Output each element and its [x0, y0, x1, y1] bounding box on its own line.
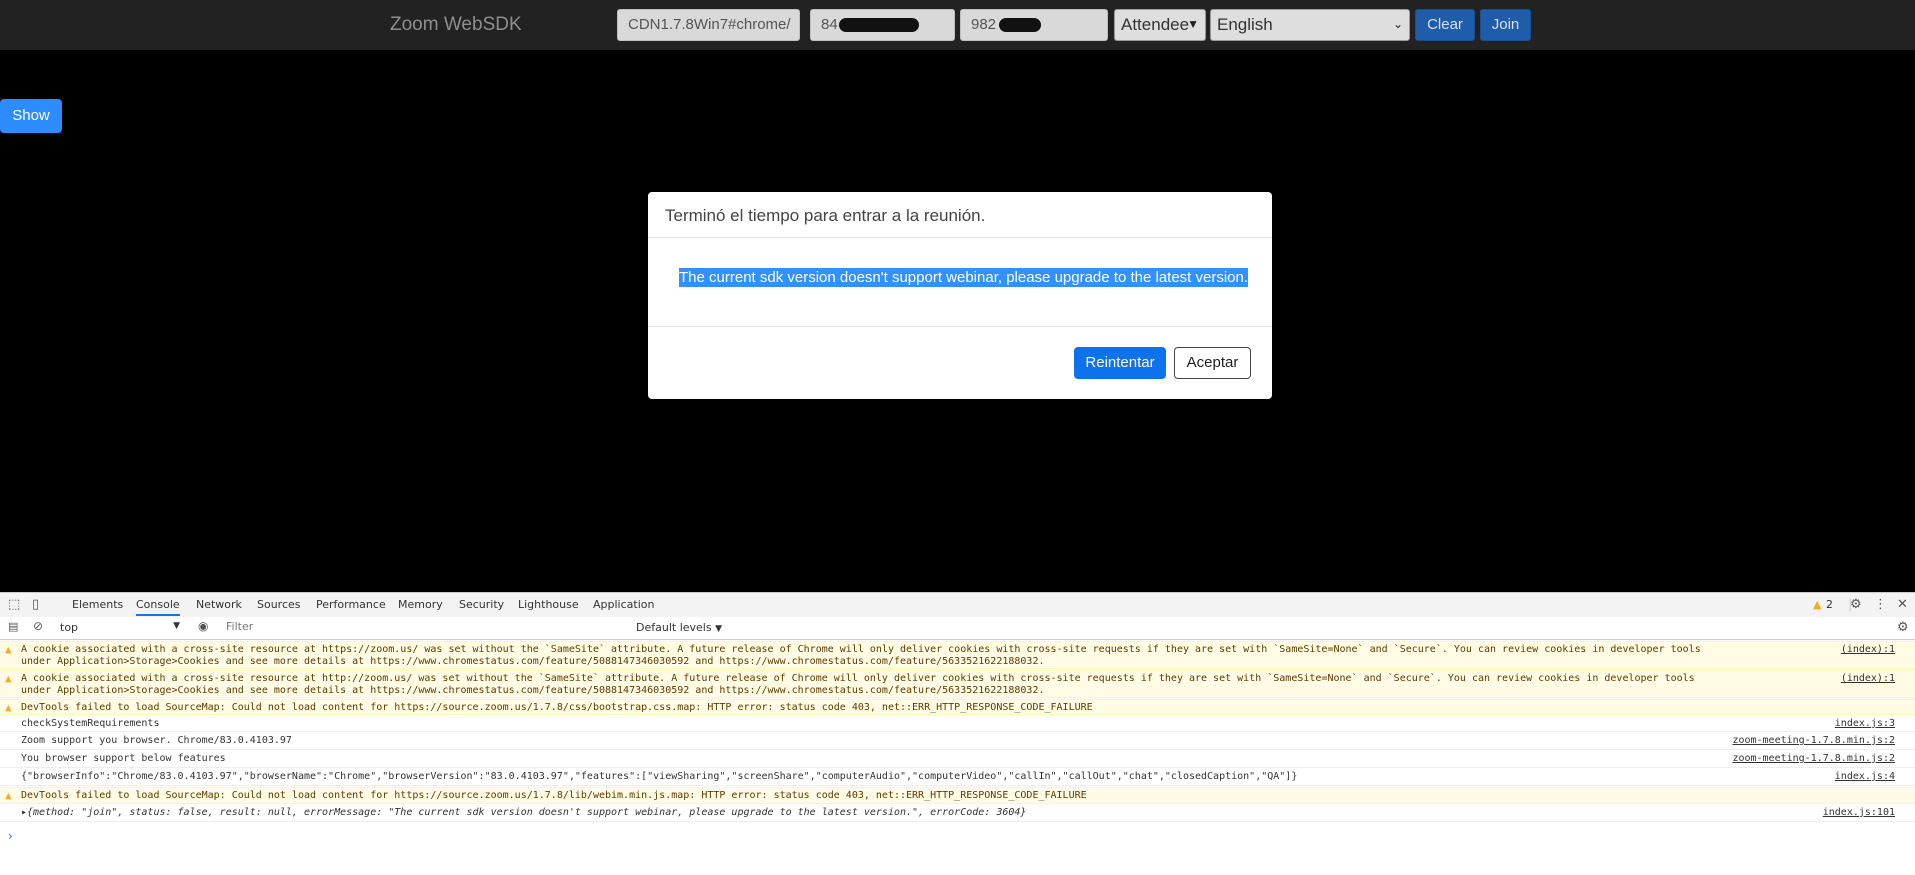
console-message: You browser support below features: [21, 753, 226, 764]
chevron-down-icon: ▼: [173, 621, 180, 631]
tab-application[interactable]: Application: [593, 598, 654, 611]
devtools-panel: ⬚ ▯ Elements Console Network Sources Per…: [0, 592, 1915, 875]
redaction-mark: [839, 18, 919, 32]
console-source-link[interactable]: zoom-meeting-1.7.8.min.js:2: [1732, 753, 1895, 765]
console-source-link[interactable]: index.js:3: [1835, 718, 1895, 730]
console-message: Zoom support you browser. Chrome/83.0.41…: [21, 735, 292, 746]
inspect-element-icon[interactable]: ⬚: [8, 597, 20, 612]
divider: [648, 326, 1272, 327]
log-levels-select[interactable]: Default levels ▼: [636, 621, 722, 634]
meeting-password-input[interactable]: 982: [960, 9, 1108, 41]
tab-security[interactable]: Security: [459, 598, 504, 611]
dialog-message: The current sdk version doesn't support …: [679, 268, 1249, 287]
device-toolbar-icon[interactable]: ▯: [32, 597, 39, 612]
warning-icon: ▲: [5, 789, 12, 802]
clear-console-icon[interactable]: ⊘: [33, 619, 43, 633]
eye-icon[interactable]: ◉: [198, 619, 208, 633]
accept-button[interactable]: Aceptar: [1174, 347, 1251, 379]
divider: [648, 237, 1272, 238]
settings-icon[interactable]: ⚙: [1897, 620, 1909, 635]
console-prompt[interactable]: ›: [8, 829, 13, 843]
warning-count[interactable]: 2: [1826, 598, 1833, 611]
console-log-row: {"browserInfo":"Chrome/83.0.4103.97","br…: [0, 769, 1915, 786]
retry-button[interactable]: Reintentar: [1074, 347, 1166, 379]
settings-icon[interactable]: ⚙: [1850, 597, 1862, 612]
context-select[interactable]: top ▼: [60, 621, 180, 635]
console-message: A cookie associated with a cross-site re…: [21, 644, 1707, 667]
tab-lighthouse[interactable]: Lighthouse: [518, 598, 579, 611]
show-button[interactable]: Show: [0, 99, 62, 133]
console-source-link[interactable]: (index):1: [1841, 673, 1895, 685]
role-select-value: Attendee: [1121, 15, 1190, 34]
warning-icon: ▲: [5, 701, 12, 714]
error-dialog: Terminó el tiempo para entrar a la reuni…: [648, 192, 1272, 399]
display-name-input[interactable]: CDN1.7.8Win7#chrome/: [617, 9, 800, 41]
meeting-number-value: 84: [821, 16, 838, 33]
role-select[interactable]: Attendee ▼: [1114, 9, 1206, 41]
console-message: DevTools failed to load SourceMap: Could…: [21, 702, 1093, 713]
language-select-value: English: [1217, 15, 1273, 34]
console-log-row: Zoom support you browser. Chrome/83.0.41…: [0, 733, 1915, 750]
clear-button[interactable]: Clear: [1415, 9, 1475, 41]
console-log-row: checkSystemRequirements index.js:3: [0, 716, 1915, 732]
console-log-row: You browser support below features zoom-m…: [0, 751, 1915, 768]
devtools-tabbar: ⬚ ▯ Elements Console Network Sources Per…: [0, 593, 1915, 618]
console-source-link[interactable]: index.js:4: [1835, 771, 1895, 783]
language-select[interactable]: English ⌄: [1210, 9, 1410, 41]
tab-console[interactable]: Console: [136, 598, 180, 616]
close-icon[interactable]: ✕: [1897, 597, 1908, 612]
console-filter-input[interactable]: Filter: [226, 620, 626, 635]
tab-performance[interactable]: Performance: [316, 598, 386, 611]
warning-icon: ▲: [5, 672, 12, 685]
redaction-mark: [999, 18, 1041, 32]
tab-sources[interactable]: Sources: [257, 598, 301, 611]
chevron-down-icon: ⌄: [1392, 17, 1403, 31]
sidebar-toggle-icon[interactable]: ▤: [8, 620, 18, 633]
console-message: A cookie associated with a cross-site re…: [21, 673, 1701, 696]
console-message: checkSystemRequirements: [21, 718, 160, 729]
meeting-password-value: 982: [971, 16, 997, 33]
dialog-title: Terminó el tiempo para entrar a la reuni…: [665, 206, 986, 225]
console-message: {"browserInfo":"Chrome/83.0.4103.97","br…: [21, 771, 1298, 782]
warning-icon[interactable]: ▲: [1813, 598, 1821, 611]
console-log-row: ▲ A cookie associated with a cross-site r…: [0, 641, 1915, 669]
meeting-number-input[interactable]: 84: [810, 9, 955, 41]
console-log-row: ▲ DevTools failed to load SourceMap: Coul…: [0, 699, 1915, 715]
console-toolbar: ▤ ⊘ top ▼ ◉ Filter Default levels ▼ ⚙: [0, 617, 1915, 640]
join-button[interactable]: Join: [1480, 9, 1531, 41]
console-log-row: ▲ DevTools failed to load SourceMap: Coul…: [0, 787, 1915, 804]
chevron-down-icon: ▼: [715, 624, 722, 634]
top-navbar: Zoom WebSDK CDN1.7.8Win7#chrome/ 84 982 …: [0, 0, 1915, 50]
log-levels-value: Default levels: [636, 621, 712, 634]
warning-icon: ▲: [5, 643, 12, 656]
tab-memory[interactable]: Memory: [398, 598, 443, 611]
console-source-link[interactable]: index.js:101: [1823, 807, 1895, 819]
console-message: DevTools failed to load SourceMap: Could…: [21, 790, 1087, 801]
brand-title: Zoom WebSDK: [390, 14, 522, 35]
tab-elements[interactable]: Elements: [72, 598, 123, 611]
console-log-row: ▲ A cookie associated with a cross-site r…: [0, 670, 1915, 698]
more-menu-icon[interactable]: ⋮: [1874, 597, 1887, 612]
context-select-value: top: [60, 621, 79, 634]
tab-network[interactable]: Network: [196, 598, 242, 611]
console-source-link[interactable]: zoom-meeting-1.7.8.min.js:2: [1732, 735, 1895, 747]
console-source-link[interactable]: (index):1: [1841, 644, 1895, 656]
console-message: ▸{method: "join", status: false, result:…: [21, 807, 1027, 818]
chevron-down-icon: ▼: [1187, 17, 1199, 31]
console-log-row: ▸{method: "join", status: false, result:…: [0, 805, 1915, 822]
